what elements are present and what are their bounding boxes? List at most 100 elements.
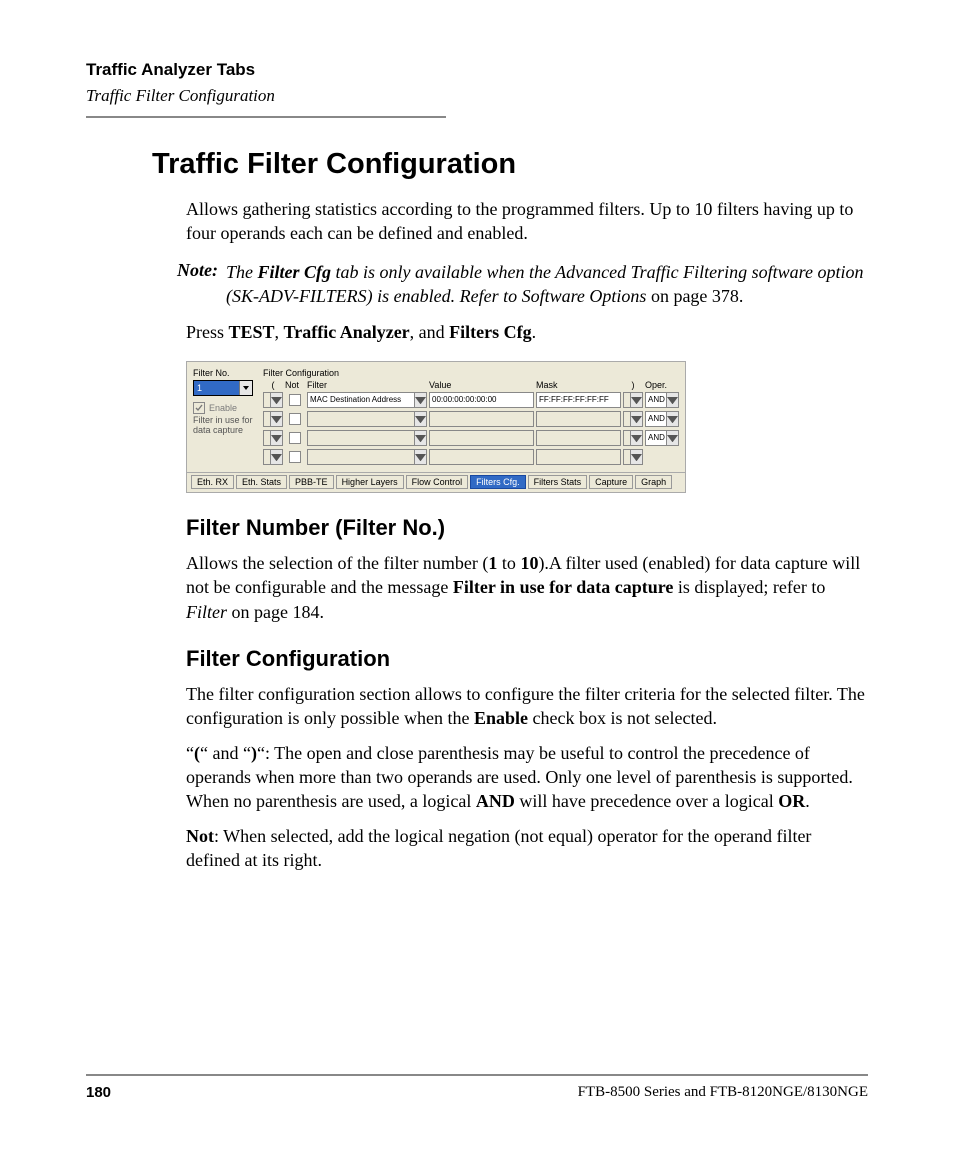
mask-input[interactable] <box>536 411 621 427</box>
chevron-down-icon[interactable] <box>414 393 426 407</box>
mask-input[interactable] <box>536 430 621 446</box>
tab-eth-rx[interactable]: Eth. RX <box>191 475 234 489</box>
tab-bar: Eth. RX Eth. Stats PBB-TE Higher Layers … <box>187 472 685 492</box>
inuse-line: data capture <box>193 426 253 436</box>
oper-dropdown[interactable]: AND <box>645 411 679 427</box>
open-paren-dropdown[interactable] <box>263 430 283 446</box>
close-paren-dropdown[interactable] <box>623 449 643 465</box>
page-footer: 180 FTB-8500 Series and FTB-8120NGE/8130… <box>86 1074 868 1101</box>
text: will have precedence over a logical <box>515 791 778 811</box>
filter-dropdown[interactable] <box>307 449 427 465</box>
note-block: Note: The Filter Cfg tab is only availab… <box>152 260 868 309</box>
tab-eth-stats[interactable]: Eth. Stats <box>236 475 287 489</box>
not-checkbox[interactable] <box>289 394 301 406</box>
chevron-down-icon[interactable] <box>270 412 282 426</box>
chevron-down-icon[interactable] <box>270 450 282 464</box>
section-filter-config-title: Filter Configuration <box>186 646 868 672</box>
filter-dropdown[interactable]: MAC Destination Address <box>307 392 427 408</box>
close-paren-dropdown[interactable] <box>623 392 643 408</box>
oper-value: AND <box>646 431 666 445</box>
content: Traffic Filter Configuration Allows gath… <box>152 148 868 872</box>
header-rule <box>86 116 446 118</box>
page-number: 180 <box>86 1084 111 1101</box>
filter-value: MAC Destination Address <box>308 393 414 407</box>
chevron-down-icon[interactable] <box>414 450 426 464</box>
not-checkbox[interactable] <box>289 413 301 425</box>
filter-dropdown[interactable] <box>307 411 427 427</box>
open-paren-dropdown[interactable] <box>263 449 283 465</box>
section-filter-config-p2: “(“ and “)“: The open and close parenthe… <box>186 741 868 814</box>
tab-filters-cfg[interactable]: Filters Cfg. <box>470 475 526 489</box>
tab-higher-layers[interactable]: Higher Layers <box>336 475 404 489</box>
text: “ and “ <box>200 743 251 763</box>
close-paren-dropdown[interactable] <box>623 411 643 427</box>
operand-row: AND <box>263 430 679 446</box>
text: “ <box>186 743 194 763</box>
press-text: . <box>532 322 537 342</box>
text: is displayed; refer to <box>673 577 825 597</box>
header-chapter: Traffic Analyzer Tabs <box>86 60 868 80</box>
text-bold: Enable <box>474 708 528 728</box>
text-bold: 10 <box>520 553 538 573</box>
chevron-down-icon[interactable] <box>666 431 678 445</box>
open-paren-dropdown[interactable] <box>263 392 283 408</box>
checkmark-icon <box>195 404 203 412</box>
cfg-header-row: ( Not Filter Value Mask ) Oper. <box>263 380 679 390</box>
chevron-down-icon[interactable] <box>239 381 252 395</box>
chevron-down-icon[interactable] <box>630 393 642 407</box>
col-filter: Filter <box>307 380 427 390</box>
not-checkbox[interactable] <box>289 451 301 463</box>
text-bold: Filter in use for data capture <box>453 577 673 597</box>
filterno-dropdown[interactable]: 1 <box>193 380 253 396</box>
chevron-down-icon[interactable] <box>414 431 426 445</box>
not-checkbox[interactable] <box>289 432 301 444</box>
value-input[interactable] <box>429 430 534 446</box>
press-text: Press <box>186 322 229 342</box>
enable-checkbox[interactable] <box>193 402 205 414</box>
col-oper: Oper. <box>645 380 679 390</box>
chevron-down-icon[interactable] <box>270 431 282 445</box>
text: Allows the selection of the filter numbe… <box>186 553 488 573</box>
enable-label: Enable <box>209 403 237 413</box>
open-paren-dropdown[interactable] <box>263 411 283 427</box>
section-filter-config-p1: The filter configuration section allows … <box>186 682 868 731</box>
filter-value <box>308 412 414 426</box>
chevron-down-icon[interactable] <box>630 431 642 445</box>
col-close: ) <box>623 380 643 390</box>
text: . <box>805 791 810 811</box>
note-label: Note: <box>152 260 226 309</box>
chevron-down-icon[interactable] <box>666 393 678 407</box>
chevron-down-icon[interactable] <box>630 412 642 426</box>
chevron-down-icon[interactable] <box>270 393 282 407</box>
filter-config-group: Filter Configuration ( Not Filter Value … <box>263 368 679 468</box>
page: Traffic Analyzer Tabs Traffic Filter Con… <box>0 0 954 1159</box>
tab-capture[interactable]: Capture <box>589 475 633 489</box>
value-input[interactable] <box>429 449 534 465</box>
oper-dropdown[interactable]: AND <box>645 392 679 408</box>
press-filters-cfg: Filters Cfg <box>449 322 531 342</box>
value-input[interactable]: 00:00:00:00:00:00 <box>429 392 534 408</box>
tab-pbb-te[interactable]: PBB-TE <box>289 475 334 489</box>
filter-dropdown[interactable] <box>307 430 427 446</box>
mask-input[interactable]: FF:FF:FF:FF:FF:FF <box>536 392 621 408</box>
close-paren-dropdown[interactable] <box>623 430 643 446</box>
press-test: TEST <box>229 322 275 342</box>
tab-graph[interactable]: Graph <box>635 475 672 489</box>
header-section: Traffic Filter Configuration <box>86 86 868 106</box>
footer-doc-title: FTB-8500 Series and FTB-8120NGE/8130NGE <box>578 1084 868 1101</box>
tab-filters-stats[interactable]: Filters Stats <box>528 475 588 489</box>
filter-config-screenshot: Filter No. 1 Enable Filter in use for da… <box>186 361 686 493</box>
mask-input[interactable] <box>536 449 621 465</box>
text: to <box>497 553 520 573</box>
filterno-label: Filter No. <box>193 368 253 378</box>
tab-flow-control[interactable]: Flow Control <box>406 475 469 489</box>
filter-config-title: Filter Configuration <box>263 368 679 378</box>
chevron-down-icon[interactable] <box>414 412 426 426</box>
chevron-down-icon[interactable] <box>630 450 642 464</box>
value-input[interactable] <box>429 411 534 427</box>
chevron-down-icon[interactable] <box>666 412 678 426</box>
oper-dropdown[interactable]: AND <box>645 430 679 446</box>
section-filter-number-title: Filter Number (Filter No.) <box>186 515 868 541</box>
text-bold: Not <box>186 826 214 846</box>
press-instruction: Press TEST, Traffic Analyzer, and Filter… <box>186 322 868 343</box>
